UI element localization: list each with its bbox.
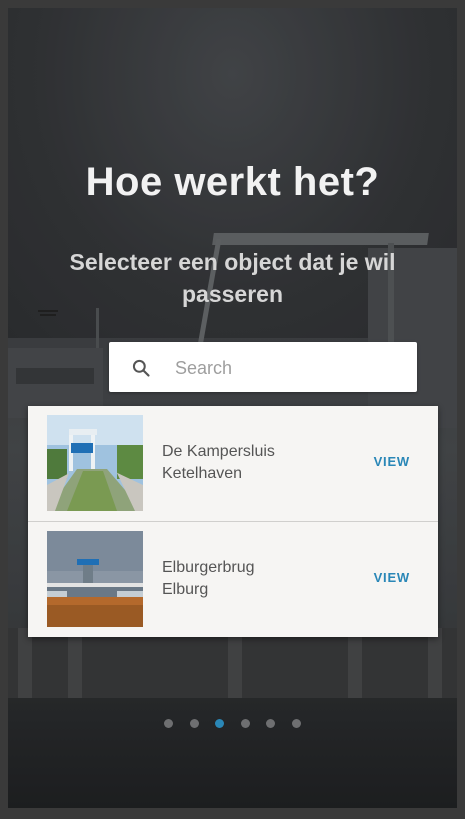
list-item-place: Ketelhaven: [162, 465, 243, 482]
search-icon: [132, 359, 150, 377]
results-list: De Kampersluis Ketelhaven VIEW Elburgerb…: [28, 406, 438, 637]
page-title: Hoe werkt het?: [85, 160, 380, 204]
list-item[interactable]: Elburgerbrug Elburg VIEW: [28, 522, 438, 637]
list-item-text: De Kampersluis Ketelhaven: [162, 441, 275, 485]
list-item-name: De Kampersluis: [162, 443, 275, 460]
kampersluis-thumbnail: [47, 415, 143, 511]
view-button[interactable]: VIEW: [374, 454, 410, 469]
page-dot[interactable]: [164, 719, 174, 728]
screen-frame: Hoe werkt het? Selecteer een object dat …: [8, 8, 457, 808]
elburgerbrug-thumbnail: [47, 531, 143, 627]
view-button[interactable]: VIEW: [374, 570, 410, 585]
page-indicator: [8, 715, 457, 733]
list-item[interactable]: De Kampersluis Ketelhaven VIEW: [28, 406, 438, 522]
list-item-text: Elburgerbrug Elburg: [162, 557, 255, 601]
list-item-name: Elburgerbrug: [162, 559, 255, 576]
list-item-place: Elburg: [162, 581, 209, 598]
search-box[interactable]: [109, 342, 417, 392]
search-input[interactable]: [173, 352, 407, 384]
page-dot[interactable]: [291, 719, 301, 728]
page-dot[interactable]: [240, 719, 250, 728]
page-subtitle: Selecteer een object dat je wil passeren: [69, 249, 396, 307]
page-dot-active[interactable]: [215, 719, 225, 728]
page-dot[interactable]: [189, 719, 199, 728]
page-dot[interactable]: [266, 719, 276, 728]
